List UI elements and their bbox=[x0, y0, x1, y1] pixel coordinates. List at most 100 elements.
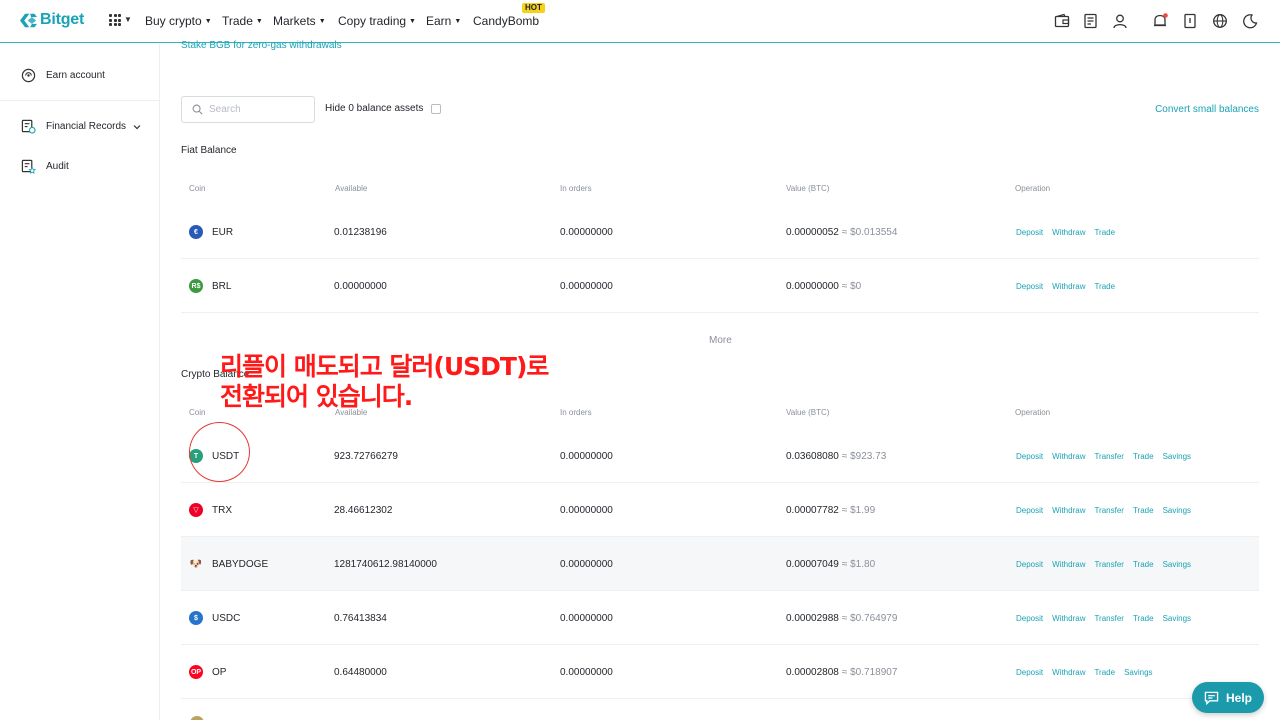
chevron-down-icon: ▼ bbox=[124, 15, 132, 24]
op-withdraw-link[interactable]: Withdraw bbox=[1052, 452, 1085, 461]
value-usd: ≈ $923.73 bbox=[841, 450, 887, 462]
moon-icon[interactable] bbox=[1242, 13, 1258, 29]
op-trade-link[interactable]: Trade bbox=[1094, 282, 1115, 291]
op-trade-link[interactable]: Trade bbox=[1133, 614, 1154, 623]
value-cell: 0.00007782 ≈ $1.99 bbox=[786, 483, 875, 537]
op-withdraw-link[interactable]: Withdraw bbox=[1052, 560, 1085, 569]
coin-cell[interactable]: ▽ TRX bbox=[181, 483, 232, 537]
user-icon[interactable] bbox=[1112, 13, 1128, 29]
coin-cell[interactable]: $ USDC bbox=[181, 591, 240, 645]
value-btc: 0.00002808 bbox=[786, 666, 839, 678]
caret-down-icon: ▼ bbox=[318, 17, 326, 25]
in-orders-cell: 0.00000000 bbox=[560, 666, 613, 678]
coin-name: TRX bbox=[212, 504, 232, 516]
op-savings-link[interactable]: Savings bbox=[1163, 452, 1191, 461]
op-savings-link[interactable]: Savings bbox=[1163, 614, 1191, 623]
sidebar-item-audit[interactable]: Audit bbox=[21, 159, 69, 174]
globe-icon[interactable] bbox=[1212, 13, 1228, 29]
available-cell: 0.64480000 bbox=[334, 666, 387, 678]
available-cell: 0.76413834 bbox=[334, 612, 387, 624]
col-in-orders: In orders bbox=[560, 408, 592, 417]
nav-trade[interactable]: Trade ▼ bbox=[222, 14, 263, 28]
op-deposit-link[interactable]: Deposit bbox=[1016, 506, 1043, 515]
op-savings-link[interactable]: Savings bbox=[1163, 506, 1191, 515]
col-coin: Coin bbox=[189, 184, 206, 193]
available-cell: 0.01238196 bbox=[334, 226, 387, 238]
orders-icon[interactable] bbox=[1083, 13, 1099, 29]
nav-buy-crypto[interactable]: Buy crypto ▼ bbox=[145, 14, 212, 28]
op-transfer-link[interactable]: Transfer bbox=[1094, 452, 1124, 461]
value-usd: ≈ $0.013554 bbox=[841, 226, 898, 238]
coin-cell[interactable]: 🐶 BABYDOGE bbox=[181, 537, 268, 591]
records-icon bbox=[21, 119, 36, 134]
annotation-text: 리플이 매도되고 달러(USDT)로 전환되어 있습니다. bbox=[220, 352, 549, 411]
sidebar-item-earn-account[interactable]: Earn account bbox=[21, 68, 105, 83]
op-deposit-link[interactable]: Deposit bbox=[1016, 282, 1043, 291]
value-cell: 0.00000052 ≈ $0.013554 bbox=[786, 205, 897, 259]
in-orders-cell: 0.00000000 bbox=[560, 504, 613, 516]
op-deposit-link[interactable]: Deposit bbox=[1016, 560, 1043, 569]
op-trade-link[interactable]: Trade bbox=[1133, 452, 1154, 461]
search-box[interactable] bbox=[181, 96, 315, 123]
op-deposit-link[interactable]: Deposit bbox=[1016, 614, 1043, 623]
search-input[interactable] bbox=[209, 104, 309, 115]
coin-cell[interactable]: R$ BRL bbox=[181, 259, 231, 313]
search-icon bbox=[192, 104, 203, 115]
apps-grid-icon[interactable] bbox=[109, 14, 121, 26]
sidebar: Earn account Financial Records Audit bbox=[0, 44, 160, 720]
op-withdraw-link[interactable]: Withdraw bbox=[1052, 668, 1085, 677]
caret-down-icon: ▼ bbox=[409, 17, 416, 25]
table-row: € EUR 0.01238196 0.00000000 0.00000052 ≈… bbox=[181, 205, 1259, 259]
nav-copy-trading[interactable]: Copy trading ▼ bbox=[338, 14, 416, 28]
nav-earn[interactable]: Earn ▼ bbox=[426, 14, 461, 28]
coin-icon: OP bbox=[189, 665, 203, 679]
op-deposit-link[interactable]: Deposit bbox=[1016, 452, 1043, 461]
op-savings-link[interactable]: Savings bbox=[1163, 560, 1191, 569]
download-icon[interactable] bbox=[1182, 13, 1198, 29]
hot-badge: HOT bbox=[522, 3, 545, 13]
chevron-down-icon bbox=[133, 124, 141, 129]
op-transfer-link[interactable]: Transfer bbox=[1094, 614, 1124, 623]
op-trade-link[interactable]: Trade bbox=[1133, 560, 1154, 569]
op-savings-link[interactable]: Savings bbox=[1124, 668, 1152, 677]
op-deposit-link[interactable]: Deposit bbox=[1016, 668, 1043, 677]
in-orders-cell: 0.00000000 bbox=[560, 558, 613, 570]
audit-icon bbox=[21, 159, 36, 174]
sidebar-item-financial-records[interactable]: Financial Records bbox=[21, 119, 142, 134]
op-withdraw-link[interactable]: Withdraw bbox=[1052, 228, 1085, 237]
hide-zero-label: Hide 0 balance assets bbox=[325, 103, 424, 114]
coin-name: BRL bbox=[212, 280, 232, 292]
coin-cell[interactable]: € EUR bbox=[181, 205, 233, 259]
op-deposit-link[interactable]: Deposit bbox=[1016, 228, 1043, 237]
caret-down-icon: ▼ bbox=[255, 17, 263, 25]
value-cell: 0.00007049 ≈ $1.80 bbox=[786, 537, 875, 591]
hide-zero-toggle[interactable]: Hide 0 balance assets bbox=[325, 103, 442, 114]
convert-small-balances-link[interactable]: Convert small balances bbox=[1155, 104, 1259, 115]
coin-icon: R$ bbox=[189, 279, 203, 293]
col-value-btc: Value (BTC) bbox=[786, 408, 830, 417]
col-value-btc: Value (BTC) bbox=[786, 184, 830, 193]
stake-bgb-link[interactable]: Stake BGB for zero-gas withdrawals bbox=[181, 40, 342, 51]
brand-logo[interactable]: Bitget bbox=[20, 11, 84, 29]
op-trade-link[interactable]: Trade bbox=[1133, 506, 1154, 515]
nav-candybomb[interactable]: CandyBomb bbox=[473, 14, 539, 28]
hide-zero-checkbox[interactable] bbox=[431, 103, 442, 114]
op-trade-link[interactable]: Trade bbox=[1094, 228, 1115, 237]
value-usd: ≈ $0 bbox=[841, 280, 862, 292]
coin-cell[interactable]: OP OP bbox=[181, 645, 226, 699]
op-transfer-link[interactable]: Transfer bbox=[1094, 560, 1124, 569]
coin-name: OP bbox=[212, 666, 227, 678]
op-withdraw-link[interactable]: Withdraw bbox=[1052, 506, 1085, 515]
bell-icon[interactable] bbox=[1152, 13, 1168, 29]
op-withdraw-link[interactable]: Withdraw bbox=[1052, 614, 1085, 623]
available-cell: 28.46612302 bbox=[334, 504, 393, 516]
wallet-icon[interactable] bbox=[1054, 13, 1070, 29]
more-link[interactable]: More bbox=[709, 335, 732, 346]
op-trade-link[interactable]: Trade bbox=[1094, 668, 1115, 677]
nav-markets[interactable]: Markets ▼ bbox=[273, 14, 326, 28]
op-withdraw-link[interactable]: Withdraw bbox=[1052, 282, 1085, 291]
help-button[interactable]: Help bbox=[1192, 682, 1264, 713]
operations-cell: Deposit Withdraw Transfer Trade Savings bbox=[1016, 429, 1191, 483]
op-transfer-link[interactable]: Transfer bbox=[1094, 506, 1124, 515]
sidebar-divider bbox=[0, 100, 159, 101]
